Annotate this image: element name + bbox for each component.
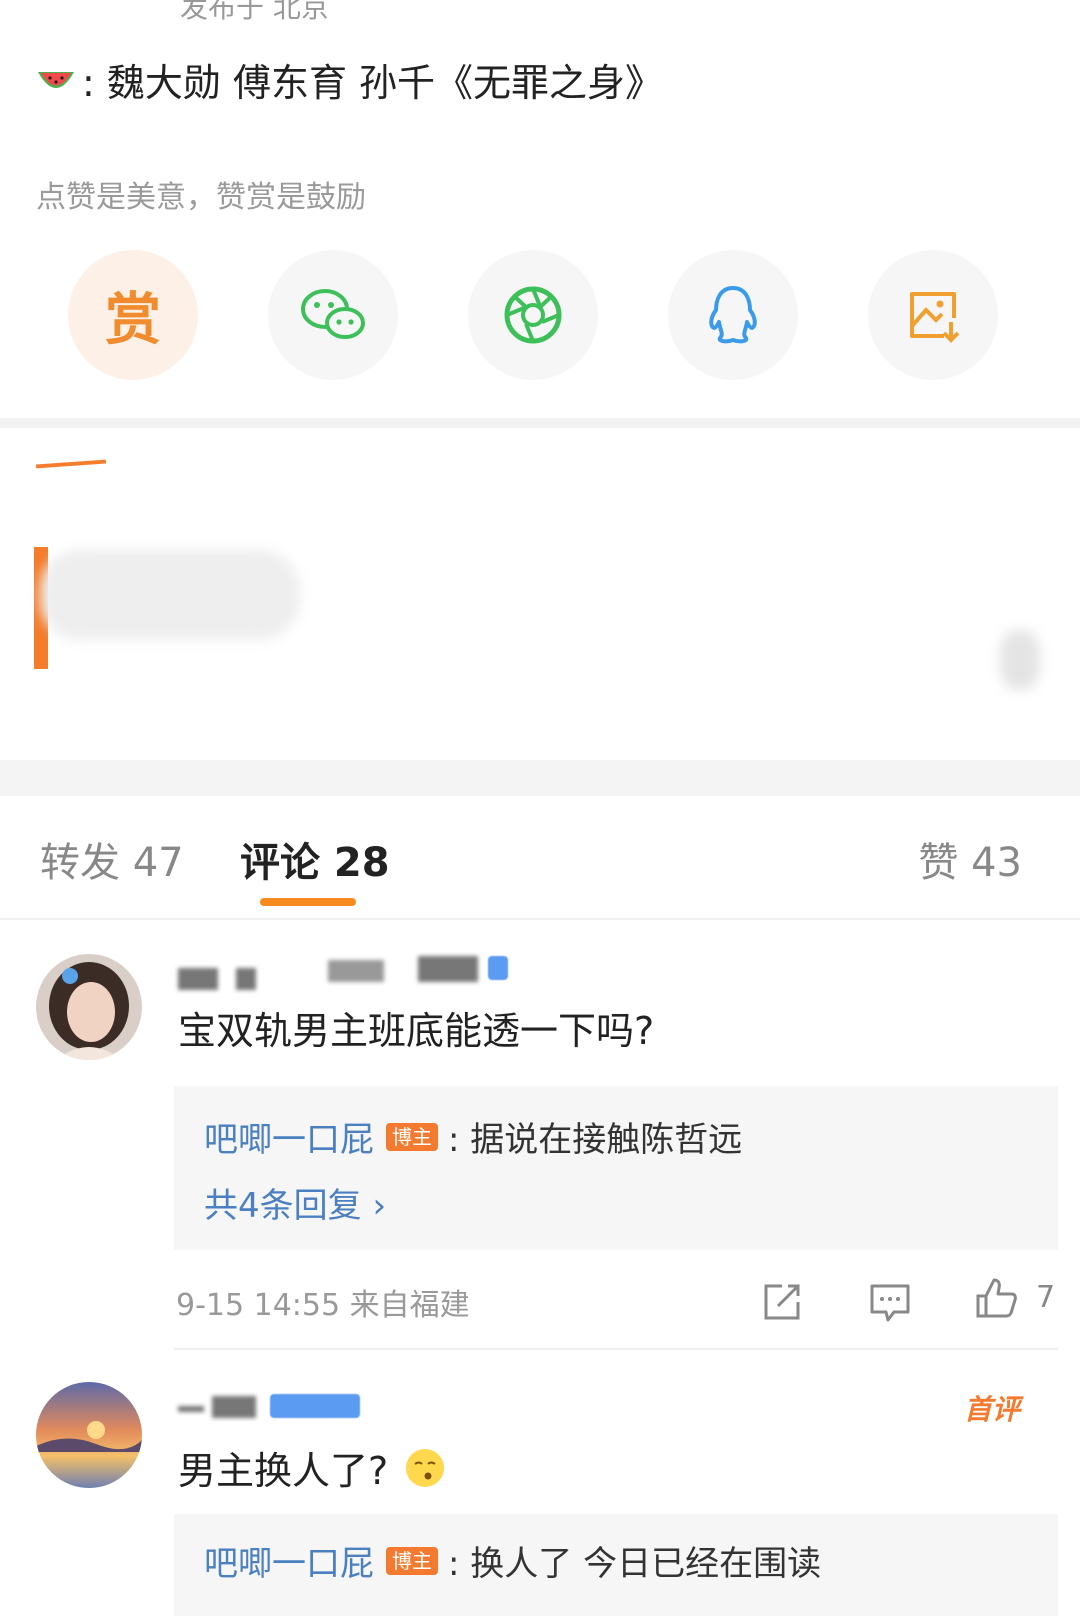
comment-item: 宝双轨男主班底能透一下吗? 吧唧一口屁 博主 : 据说在接触陈哲远 共4条回复 … <box>0 950 1080 1350</box>
reward-label: 赏 <box>105 287 161 353</box>
reply-text: : 换人了 今日已经在围读 <box>448 1544 822 1584</box>
owner-badge: 博主 <box>386 1122 438 1151</box>
comment-text: 男主换人了? <box>178 1440 446 1495</box>
view-replies-link[interactable]: 共4条回复 › <box>204 1178 386 1227</box>
share-wechat-button[interactable] <box>268 250 398 380</box>
tab-active-indicator <box>260 898 356 906</box>
reply-preview[interactable]: 吧唧一口屁 博主 : 据说在接触陈哲远 共4条回复 › <box>174 1086 1058 1250</box>
comment-text-body: 男主换人了? <box>178 1449 389 1493</box>
post-body: : 魏大勋 傅东育 孙千《无罪之身》 <box>82 61 664 105</box>
fan-badge <box>488 956 508 980</box>
reply-preview[interactable]: 吧唧一口屁 博主 : 换人了 今日已经在围读 <box>174 1514 1058 1616</box>
repost-icon[interactable] <box>760 1280 804 1324</box>
tab-repost[interactable]: 转发 47 <box>40 830 184 888</box>
reply-username[interactable]: 吧唧一口屁 <box>204 1536 374 1585</box>
repost-card[interactable] <box>0 430 1080 760</box>
reward-hint: 点赞是美意，赞赏是鼓励 <box>36 180 366 215</box>
tab-comments[interactable]: 评论 28 <box>240 830 390 888</box>
card-chevron-icon <box>1000 630 1040 690</box>
avatar[interactable] <box>36 954 142 1060</box>
emoji-icon <box>406 1448 445 1487</box>
reply-username[interactable]: 吧唧一口屁 <box>204 1112 374 1161</box>
tab-likes[interactable]: 赞 43 <box>918 830 1022 888</box>
section-divider <box>0 418 1080 428</box>
post-location: 发布于 北京 <box>180 0 329 24</box>
reply-line: 吧唧一口屁 博主 : 据说在接触陈哲远 <box>204 1112 742 1161</box>
watermelon-icon <box>38 71 74 88</box>
reward-button[interactable]: 赏 <box>68 250 198 380</box>
comment-text: 宝双轨男主班底能透一下吗? <box>178 1009 655 1053</box>
reply-text: : 据说在接触陈哲远 <box>448 1120 743 1160</box>
fan-badge <box>270 1394 360 1418</box>
share-qq-button[interactable] <box>668 250 798 380</box>
obscured-content <box>40 550 300 640</box>
like-icon[interactable] <box>974 1276 1018 1320</box>
avatar[interactable] <box>36 1382 142 1488</box>
save-image-button[interactable] <box>868 250 998 380</box>
share-row: 赏 <box>0 250 1080 390</box>
comment-divider <box>174 1348 1058 1350</box>
first-comment-tag: 首评 <box>963 1393 1020 1426</box>
reply-line: 吧唧一口屁 博主 : 换人了 今日已经在围读 <box>204 1536 821 1585</box>
qq-icon <box>709 286 757 344</box>
wechat-icon <box>301 289 365 339</box>
save-image-icon <box>910 292 960 343</box>
like-count: 7 <box>1036 1280 1056 1315</box>
comment-item: 首评 男主换人了? 吧唧一口屁 博主 : 换人了 今日已经在围读 <box>0 1382 1080 1616</box>
owner-badge: 博主 <box>386 1546 438 1575</box>
post-text: : 魏大勋 傅东育 孙千《无罪之身》 <box>36 52 663 107</box>
comment-icon[interactable] <box>868 1280 912 1324</box>
card-accent-line <box>35 459 107 469</box>
comment-meta: 9-15 14:55 来自福建 <box>176 1288 470 1323</box>
tab-bar: 转发 47 评论 28 赞 43 <box>0 790 1080 920</box>
share-moments-button[interactable] <box>468 250 598 380</box>
moments-icon <box>504 286 562 344</box>
